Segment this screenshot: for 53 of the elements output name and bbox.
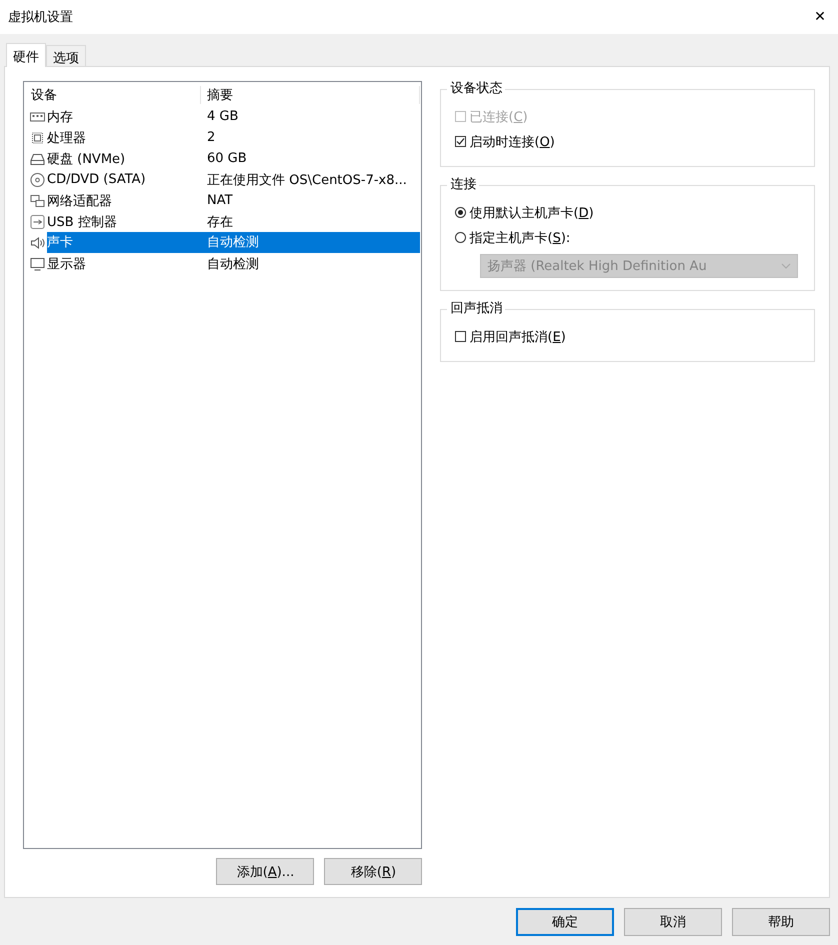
device-row[interactable]: CD/DVD (SATA) 正在使用文件 OS\CentOS-7-x8... (25, 169, 420, 190)
device-summary: 正在使用文件 OS\CentOS-7-x8... (206, 172, 408, 188)
group-title: 设备状态 (447, 81, 506, 97)
device-summary: 4 GB (206, 109, 240, 124)
device-row[interactable]: 网络适配器 NAT (25, 190, 420, 211)
device-row[interactable]: 硬盘 (NVMe) 60 GB (25, 148, 420, 169)
device-summary: 自动检测 (206, 256, 260, 272)
chevron-down-icon (781, 263, 792, 269)
device-name: USB 控制器 (47, 214, 117, 230)
window-title: 虚拟机设置 (8, 9, 73, 26)
device-summary: 存在 (206, 214, 234, 230)
dialog-button[interactable]: 取消 (624, 908, 722, 936)
usb-icon (29, 214, 46, 230)
device-name: 声卡 (47, 232, 201, 253)
device-row[interactable]: 声卡 自动检测 (25, 232, 420, 253)
group-title: 连接 (447, 177, 480, 193)
device-summary: NAT (206, 193, 234, 208)
radio-button[interactable] (455, 232, 466, 243)
device-name: 显示器 (47, 256, 86, 272)
network-icon (29, 192, 46, 208)
device-name: 内存 (47, 108, 73, 126)
dialog-button[interactable]: 帮助 (732, 908, 830, 936)
tab[interactable]: 硬件 (6, 43, 46, 67)
chip-icon (29, 130, 46, 146)
radio-button[interactable] (455, 207, 466, 218)
dialog-button[interactable]: 确定 (516, 908, 614, 936)
device-name: 网络适配器 (47, 192, 112, 210)
checkbox-label[interactable]: 启动时连接(O) (469, 132, 555, 150)
device-name: 硬盘 (NVMe) (47, 150, 126, 168)
column-header[interactable]: 设备 (25, 86, 201, 104)
close-button[interactable]: ✕ (810, 9, 830, 25)
list-button[interactable]: 移除(R) (324, 858, 422, 885)
device-summary: 60 GB (206, 151, 248, 166)
device-row[interactable]: 内存 4 GB (25, 106, 420, 127)
device-row[interactable]: USB 控制器 存在 (25, 211, 420, 232)
group-title: 回声抵消 (447, 301, 506, 317)
checkbox-label[interactable]: 启用回声抵消(E) (469, 328, 566, 346)
device-name: 处理器 (47, 130, 86, 146)
device-row[interactable]: 处理器 2 (25, 127, 420, 148)
tab[interactable]: 选项 (46, 45, 86, 66)
speaker-icon (29, 234, 46, 250)
checkbox[interactable] (455, 331, 466, 342)
column-header[interactable]: 摘要 (201, 86, 420, 104)
disc-icon (29, 172, 46, 188)
radio-label[interactable]: 使用默认主机声卡(D) (469, 204, 594, 222)
device-name: CD/DVD (SATA) (47, 172, 146, 187)
device-summary: 2 (206, 130, 216, 145)
list-button[interactable]: 添加(A)... (216, 858, 314, 885)
monitor-icon (29, 256, 46, 272)
radio-label[interactable]: 指定主机声卡(S): (469, 228, 570, 246)
device-row[interactable]: 显示器 自动检测 (25, 253, 420, 274)
device-summary: 自动检测 (201, 232, 420, 253)
checkbox[interactable] (455, 136, 466, 147)
